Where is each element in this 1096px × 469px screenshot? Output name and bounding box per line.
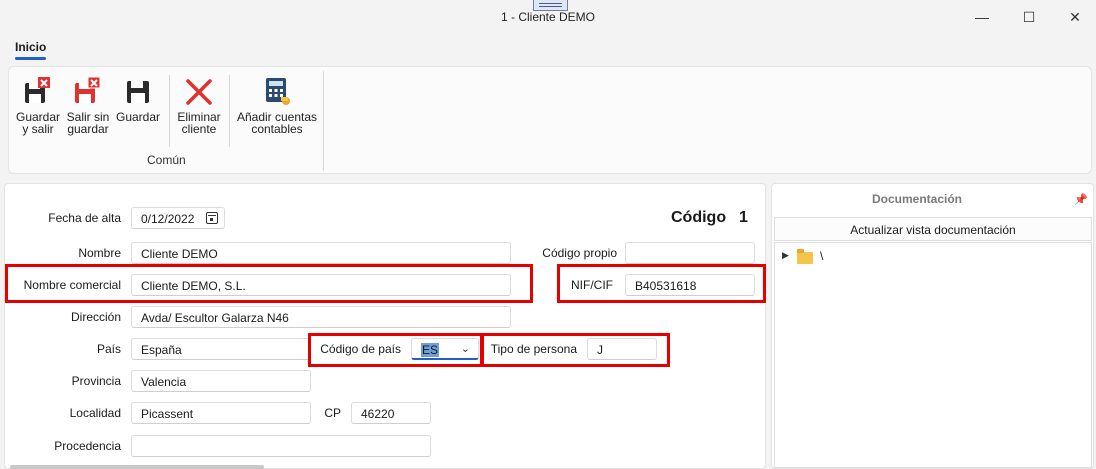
expand-arrow-icon[interactable]: ▶ [782, 250, 789, 261]
documentation-title: Documentación [871, 192, 962, 206]
localidad-label: Localidad [69, 406, 121, 420]
ribbon-separator [229, 75, 230, 147]
exit-without-save-button[interactable]: Salir sin guardar [65, 75, 111, 135]
provincia-label: Provincia [71, 374, 121, 388]
procedencia-label: Procedencia [54, 439, 121, 453]
localidad-input[interactable]: Picassent [131, 402, 311, 424]
save-button[interactable]: Guardar [115, 75, 161, 123]
client-form: Fecha de alta 0/12/2022 Código 1 Nombre … [4, 183, 766, 469]
provincia-input[interactable]: Valencia [131, 370, 311, 392]
codigo-propio-label: Código propio [542, 246, 617, 260]
exit-without-save-label-2: guardar [67, 122, 109, 136]
delete-client-button[interactable]: Eliminar cliente [173, 75, 225, 135]
exit-no-save-icon [75, 76, 101, 103]
direccion-label: Dirección [70, 310, 121, 324]
save-icon [127, 81, 149, 103]
pais-label: País [96, 342, 121, 356]
nombre-input[interactable]: Cliente DEMO [131, 242, 511, 264]
update-documentation-button[interactable]: Actualizar vista documentación [774, 217, 1092, 241]
tab-active-indicator [15, 57, 46, 60]
procedencia-input[interactable] [131, 435, 431, 457]
add-accounts-button[interactable]: Añadir cuentas contables [233, 75, 321, 135]
window-title: 1 - Cliente DEMO [500, 10, 596, 24]
save-label: Guardar [115, 110, 161, 124]
cp-input[interactable]: 46220 [351, 402, 431, 424]
cp-label: CP [324, 406, 341, 420]
fecha-alta-label: Fecha de alta [48, 211, 121, 225]
ribbon-group-label: Común [147, 153, 186, 167]
add-accounts-label-2: contables [251, 122, 303, 136]
tab-inicio[interactable]: Inicio [15, 40, 46, 54]
documentation-tree: ▶ \ [774, 242, 1092, 468]
horizontal-scrollbar[interactable] [10, 465, 264, 469]
save-and-exit-button[interactable]: Guardar y salir [15, 75, 61, 135]
highlight-codigo-pais [308, 333, 483, 367]
highlight-nif-cif [557, 264, 766, 303]
save-and-exit-label-2: y salir [22, 122, 54, 136]
ribbon-group-separator [323, 71, 324, 171]
codigo-propio-input[interactable] [625, 242, 755, 264]
close-button[interactable]: ✕ [1052, 4, 1096, 30]
codigo-label: Código [671, 209, 727, 226]
highlight-nombre-comercial [5, 264, 533, 303]
fecha-alta-input[interactable]: 0/12/2022 [131, 207, 225, 229]
minimize-button[interactable]: — [959, 4, 1005, 30]
folder-icon [797, 249, 813, 264]
documentation-panel: Documentación 📌 Actualizar vista documen… [771, 183, 1094, 469]
pais-input[interactable]: España [131, 338, 311, 360]
save-close-icon [25, 77, 50, 103]
ribbon-separator [169, 75, 170, 147]
highlight-tipo-persona [481, 333, 670, 367]
tree-root-item[interactable]: \ [820, 249, 823, 263]
nombre-label: Nombre [78, 246, 121, 260]
title-bar: 1 - Cliente DEMO — ☐ ✕ [0, 0, 1096, 34]
direccion-input[interactable]: Avda/ Escultor Galarza N46 [131, 306, 511, 328]
calendar-icon[interactable] [206, 212, 218, 224]
accounts-calculator-icon [266, 78, 290, 105]
maximize-button[interactable]: ☐ [1006, 4, 1052, 30]
fecha-alta-value: 0/12/2022 [141, 212, 195, 226]
codigo-value: 1 [739, 209, 748, 226]
ribbon-panel: Guardar y salir Salir sin guardar Guarda… [8, 66, 1092, 174]
delete-x-icon [186, 79, 212, 105]
delete-client-label-2: cliente [181, 122, 217, 136]
pin-icon[interactable]: 📌 [1074, 193, 1088, 206]
